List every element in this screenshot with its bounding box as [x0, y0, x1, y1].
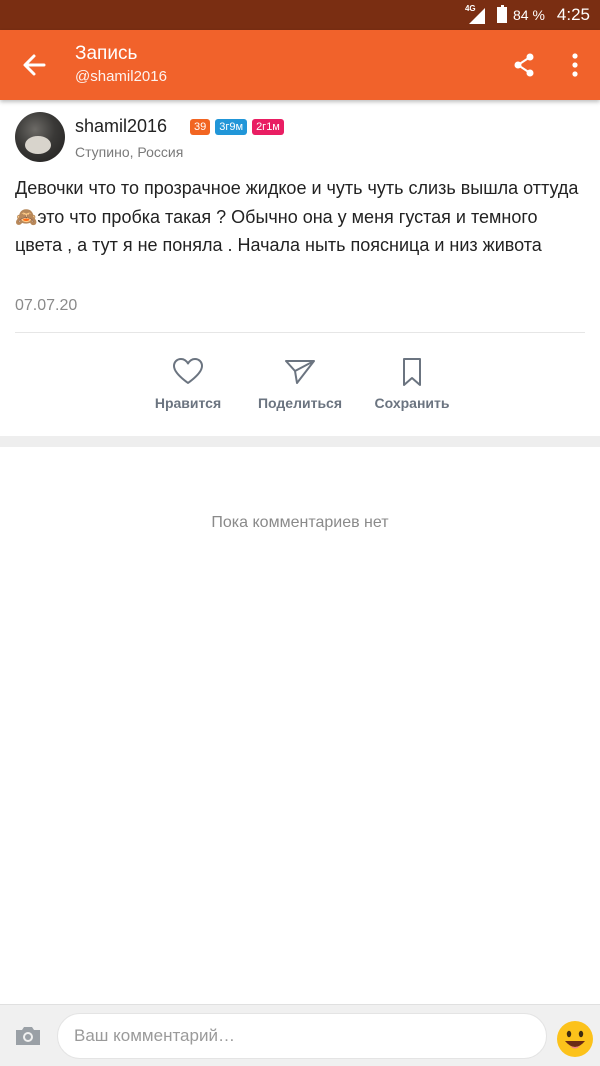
signal-icon: 4G	[464, 4, 487, 24]
like-label: Нравится	[154, 395, 222, 411]
save-label: Сохранить	[374, 395, 450, 411]
comment-input[interactable]	[57, 1013, 547, 1059]
post-text: Девочки что то прозрачное жидкое и чуть …	[15, 178, 579, 255]
app-bar: Запись @shamil2016	[0, 30, 600, 100]
emoji-icon[interactable]	[556, 1020, 594, 1058]
share-label: Поделиться	[257, 395, 343, 411]
post-actions: Нравится Поделиться Сохранить	[0, 355, 600, 425]
heart-icon	[173, 358, 203, 384]
status-bar: 4G 84 % 4:25	[0, 0, 600, 30]
author-location: Ступино, Россия	[75, 144, 184, 160]
share-icon[interactable]	[510, 52, 538, 78]
paper-plane-icon	[285, 360, 315, 384]
author-badges: 39 3г9м 2г1м	[190, 119, 284, 135]
comment-input-bar	[0, 1004, 600, 1066]
badge-age: 39	[190, 119, 211, 135]
clock: 4:25	[556, 5, 590, 24]
divider	[15, 332, 585, 333]
page-title: Запись	[75, 43, 138, 64]
camera-icon[interactable]	[14, 1025, 42, 1047]
more-vertical-icon[interactable]	[564, 52, 586, 78]
header-titles: Запись @shamil2016	[75, 42, 167, 88]
battery-icon	[496, 5, 507, 23]
save-button[interactable]: Сохранить	[374, 355, 450, 411]
share-post-button[interactable]: Поделиться	[256, 355, 344, 411]
avatar[interactable]	[15, 112, 65, 162]
no-comments-text: Пока комментариев нет	[211, 514, 389, 531]
bookmark-icon	[403, 358, 421, 386]
like-button[interactable]: Нравится	[154, 355, 222, 411]
battery-percent: 84 %	[512, 7, 545, 23]
author-name[interactable]: shamil2016	[75, 116, 167, 137]
badge-child-age-1: 3г9м	[215, 119, 248, 135]
badge-child-age-2: 2г1м	[252, 119, 284, 135]
back-arrow-icon[interactable]	[18, 50, 50, 80]
section-separator	[0, 436, 600, 447]
post-date: 07.07.20	[15, 297, 78, 314]
network-type: 4G	[464, 4, 476, 13]
page-subtitle: @shamil2016	[75, 68, 167, 85]
